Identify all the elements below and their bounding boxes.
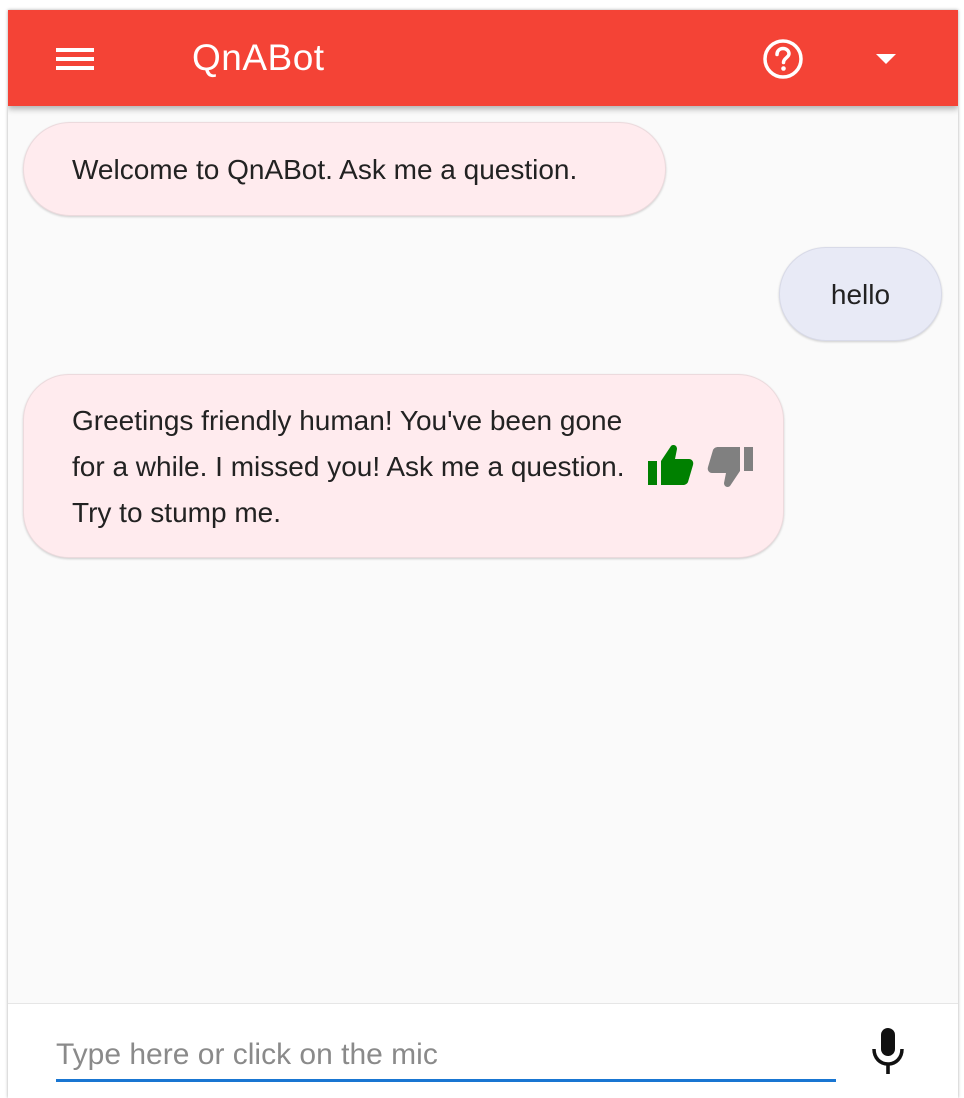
- user-message: hello: [779, 247, 942, 341]
- thumb-down-icon[interactable]: [706, 445, 754, 489]
- chat-window: QnABot Welcome to QnABot. Ask me a quest…: [8, 10, 958, 1098]
- bot-message: Greetings friendly human! You've been go…: [23, 374, 784, 558]
- app-title: QnABot: [192, 37, 325, 78]
- app-toolbar: QnABot: [8, 10, 958, 106]
- caret-down-icon[interactable]: [870, 46, 900, 72]
- input-bar: [8, 1003, 958, 1098]
- hamburger-menu-icon[interactable]: [52, 40, 100, 78]
- thumb-up-icon[interactable]: [647, 443, 695, 487]
- message-text: Greetings friendly human! You've been go…: [72, 405, 625, 528]
- message-input[interactable]: [56, 1026, 836, 1078]
- message-text: hello: [830, 279, 891, 310]
- microphone-icon[interactable]: [868, 1026, 908, 1078]
- message-input-wrapper: [56, 1026, 836, 1082]
- bot-message: Welcome to QnABot. Ask me a question.: [23, 122, 666, 216]
- message-text: Welcome to QnABot. Ask me a question.: [72, 154, 578, 185]
- help-circle-icon[interactable]: [762, 38, 804, 80]
